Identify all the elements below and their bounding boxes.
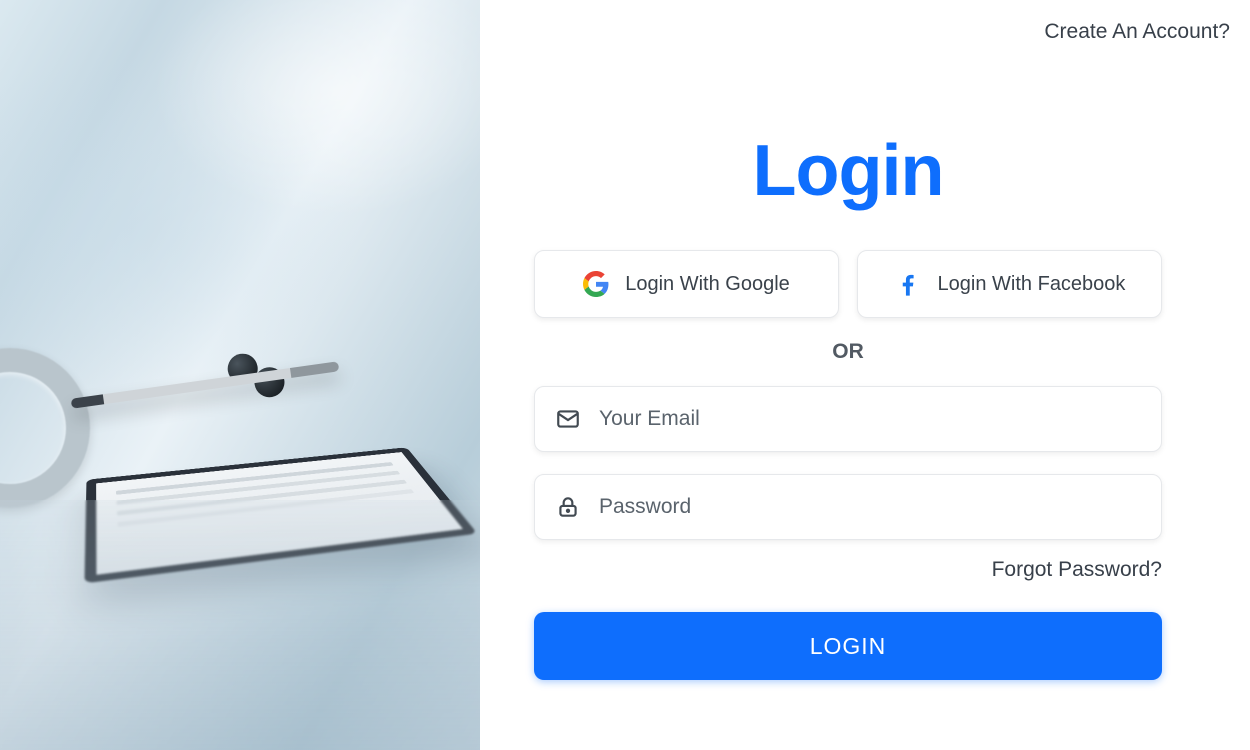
- login-facebook-button[interactable]: Login With Facebook: [857, 250, 1162, 318]
- or-divider: OR: [534, 340, 1162, 364]
- lock-icon: [555, 494, 581, 520]
- facebook-icon: [894, 270, 922, 298]
- login-google-button[interactable]: Login With Google: [534, 250, 839, 318]
- page-title: Login: [534, 130, 1162, 212]
- forgot-password-link[interactable]: Forgot Password?: [534, 558, 1162, 582]
- mail-icon: [555, 406, 581, 432]
- login-panel: Create An Account? Login Login With Goog…: [480, 0, 1250, 750]
- login-button[interactable]: LOGIN: [534, 612, 1162, 680]
- create-account-link[interactable]: Create An Account?: [1044, 20, 1230, 44]
- email-input[interactable]: [599, 407, 1141, 431]
- password-input[interactable]: [599, 495, 1141, 519]
- login-facebook-label: Login With Facebook: [938, 273, 1126, 296]
- password-field-wrapper[interactable]: [534, 474, 1162, 540]
- email-field-wrapper[interactable]: [534, 386, 1162, 452]
- hero-image: [0, 0, 480, 750]
- login-google-label: Login With Google: [625, 273, 790, 296]
- google-icon: [583, 271, 609, 297]
